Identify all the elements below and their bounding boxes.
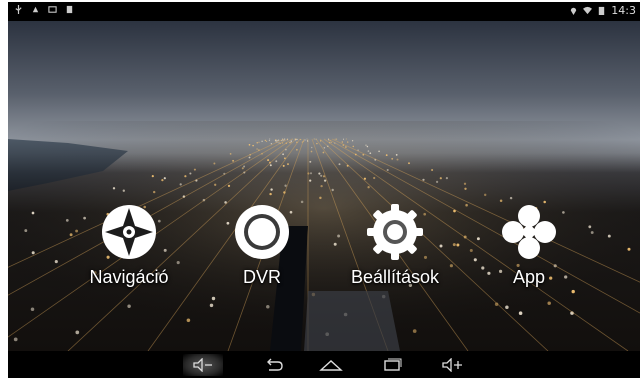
notification-icon bbox=[32, 6, 39, 13]
launcher-grid: Navigáció DVR Beállítások App bbox=[8, 21, 640, 351]
volume-down-button[interactable] bbox=[183, 354, 223, 376]
home-icon bbox=[319, 360, 343, 371]
compass-icon bbox=[102, 205, 156, 259]
wifi-icon bbox=[583, 6, 593, 15]
battery-icon bbox=[599, 6, 605, 15]
screen: 14:3 Navigáció DVR Beállítások App bbox=[8, 2, 640, 378]
recent-apps-button[interactable] bbox=[372, 354, 412, 376]
back-button[interactable] bbox=[254, 354, 294, 376]
wallpaper: Navigáció DVR Beállítások App bbox=[8, 21, 640, 351]
sd-card-icon bbox=[66, 5, 73, 14]
status-bar: 14:3 bbox=[8, 2, 640, 21]
navigation-bar bbox=[8, 351, 640, 378]
volume-down-icon bbox=[193, 358, 212, 372]
location-icon bbox=[571, 7, 577, 15]
volume-up-icon bbox=[442, 358, 462, 372]
ring-icon bbox=[235, 205, 289, 259]
app-label: Navigáció bbox=[89, 267, 169, 287]
home-button[interactable] bbox=[311, 354, 351, 376]
app-navigacio[interactable]: Navigáció bbox=[69, 204, 189, 288]
back-icon bbox=[267, 358, 283, 371]
status-left-icons bbox=[14, 5, 74, 14]
app-label: App bbox=[512, 267, 546, 287]
app-label: DVR bbox=[242, 267, 281, 287]
app-dvr[interactable]: DVR bbox=[202, 204, 322, 288]
status-right-icons: 14:3 bbox=[569, 4, 636, 17]
app-app[interactable]: App bbox=[469, 204, 589, 288]
volume-up-button[interactable] bbox=[433, 354, 473, 376]
status-time: 14:3 bbox=[611, 4, 636, 17]
recent-apps-icon bbox=[384, 358, 402, 371]
gear-icon bbox=[367, 204, 423, 260]
app-beallitasok[interactable]: Beállítások bbox=[335, 204, 455, 288]
gallery-icon bbox=[48, 6, 57, 13]
usb-icon bbox=[15, 5, 22, 14]
four-leaf-icon bbox=[502, 205, 556, 259]
app-label: Beállítások bbox=[350, 267, 440, 287]
